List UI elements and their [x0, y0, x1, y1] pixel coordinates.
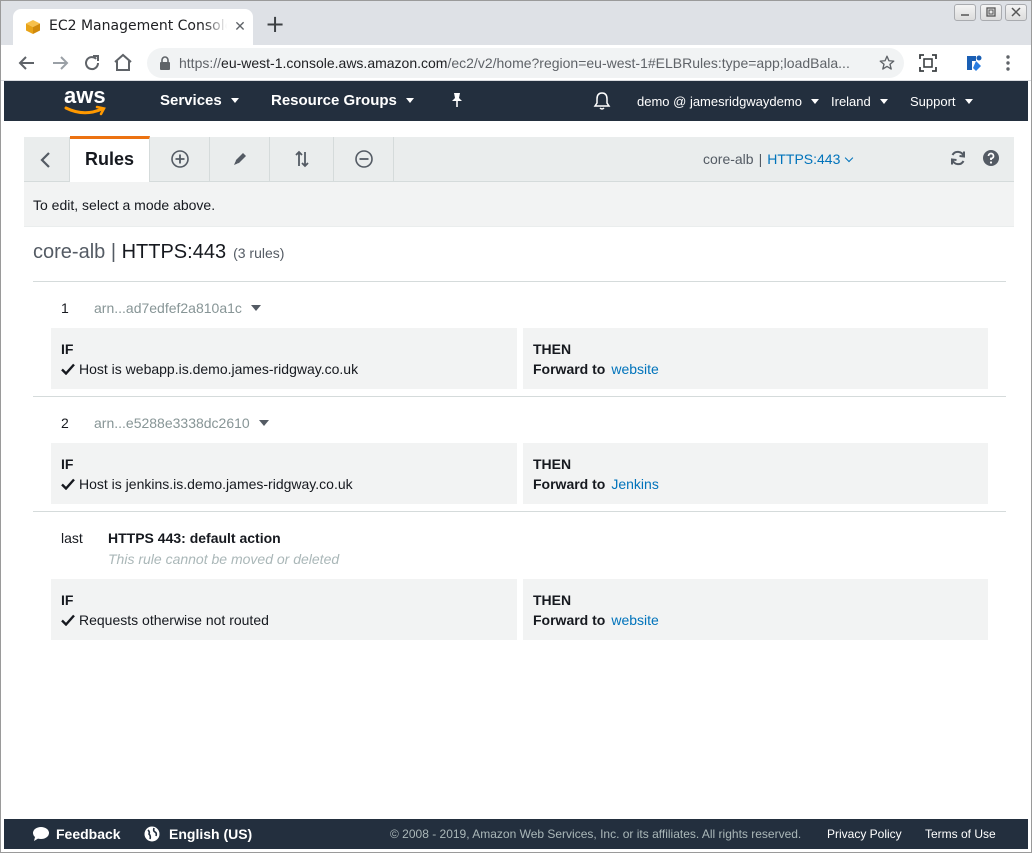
url-text: https://eu-west-1.console.aws.amazon.com…	[179, 55, 850, 71]
window-close-button[interactable]	[1005, 4, 1027, 21]
target-group-link[interactable]: website	[611, 612, 658, 628]
rule-action: Forward to website	[533, 612, 659, 628]
new-tab-icon[interactable]: +	[263, 12, 287, 37]
listener-context: core-alb | HTTPS:443	[703, 151, 854, 167]
target-group-link[interactable]: website	[611, 361, 658, 377]
back-button[interactable]	[24, 137, 70, 182]
chevron-down-icon	[230, 97, 239, 103]
console-footer: Feedback English (US) © 2008 - 2019, Ama…	[4, 819, 1028, 849]
chevron-left-icon	[40, 152, 50, 168]
window-maximize-button[interactable]	[980, 4, 1002, 21]
load-balancer-name: core-alb	[703, 151, 754, 167]
rule-condition: Host is webapp.is.demo.james-ridgway.co.…	[61, 361, 358, 377]
chevron-down-icon	[879, 99, 888, 105]
tab-title: EC2 Management Console	[49, 18, 227, 34]
aws-top-nav: aws Services Resource Groups demo @ jame…	[4, 81, 1028, 121]
divider	[33, 511, 1006, 512]
minus-circle-icon	[355, 150, 373, 168]
reload-icon[interactable]	[80, 51, 104, 75]
privacy-policy-link[interactable]: Privacy Policy	[827, 827, 902, 841]
services-menu[interactable]: Services	[160, 92, 239, 109]
chevron-down-icon	[845, 153, 854, 163]
aws-logo[interactable]: aws	[64, 84, 108, 118]
rule-then-panel: THEN Forward to Jenkins	[523, 443, 988, 504]
globe-icon	[144, 826, 160, 842]
rules-toolbar: Rules core-alb | HTTPS:443	[24, 136, 1014, 182]
window-minimize-button[interactable]	[954, 4, 976, 21]
delete-rule-button[interactable]	[334, 137, 394, 182]
rule-then-panel: THEN Forward to website	[523, 579, 988, 640]
region-menu[interactable]: Ireland	[831, 94, 888, 109]
screenshot-capture-icon[interactable]	[918, 53, 938, 73]
language-selector[interactable]: English (US)	[144, 826, 252, 842]
rule-arn-toggle[interactable]: arn...ad7edfef2a810a1c	[94, 300, 261, 316]
edit-rule-button[interactable]	[210, 137, 270, 182]
divider	[33, 281, 1006, 282]
pencil-icon	[234, 153, 246, 165]
rule-if-panel: IF Requests otherwise not routed	[51, 579, 517, 640]
browser-tab[interactable]: EC2 Management Console ✕	[13, 9, 253, 45]
aws-smile-icon	[64, 105, 106, 116]
rule-action: Forward to Jenkins	[533, 476, 659, 492]
browser-toolbar: https://eu-west-1.console.aws.amazon.com…	[1, 45, 1031, 81]
checkmark-icon	[61, 363, 75, 375]
copyright-text: © 2008 - 2019, Amazon Web Services, Inc.…	[390, 827, 802, 841]
checkmark-icon	[61, 478, 75, 490]
address-bar[interactable]: https://eu-west-1.console.aws.amazon.com…	[147, 48, 904, 78]
add-rule-button[interactable]	[150, 137, 210, 182]
mode-hint-text: To edit, select a mode above.	[33, 197, 216, 213]
rule-arn-toggle[interactable]: arn...e5288e3338dc2610	[94, 415, 269, 431]
rule-number: last	[61, 530, 83, 546]
checkmark-icon	[61, 614, 75, 626]
rule-count: (3 rules)	[233, 245, 285, 261]
bookmark-star-icon[interactable]	[878, 54, 896, 72]
rule-number: 1	[61, 300, 69, 316]
chevron-down-icon	[405, 97, 414, 103]
tab-close-icon[interactable]: ✕	[231, 17, 249, 35]
plus-circle-icon	[171, 150, 189, 168]
default-rule-title: HTTPS 443: default action	[108, 530, 281, 546]
rule-condition: Requests otherwise not routed	[61, 612, 269, 628]
resource-groups-menu[interactable]: Resource Groups	[271, 92, 414, 109]
tab-rules[interactable]: Rules	[70, 136, 150, 182]
target-group-link[interactable]: Jenkins	[611, 476, 658, 492]
separator: |	[758, 151, 763, 167]
tab-strip: EC2 Management Console ✕ +	[1, 1, 1031, 45]
refresh-icon[interactable]	[949, 149, 967, 167]
rule-if-panel: IF Host is jenkins.is.demo.james-ridgway…	[51, 443, 517, 504]
default-rule-note: This rule cannot be moved or deleted	[108, 551, 340, 567]
rule-condition: Host is jenkins.is.demo.james-ridgway.co…	[61, 476, 353, 492]
support-menu[interactable]: Support	[910, 94, 973, 109]
page-title: core-alb | HTTPS:443 (3 rules)	[33, 241, 285, 263]
extension-icon[interactable]	[964, 53, 984, 73]
forward-arrow-icon[interactable]	[48, 51, 72, 75]
notifications-bell-icon[interactable]	[593, 91, 611, 111]
pin-icon[interactable]	[449, 91, 465, 109]
aws-box-icon	[26, 20, 40, 34]
chevron-down-icon	[964, 99, 973, 105]
rule-number: 2	[61, 415, 69, 431]
account-menu[interactable]: demo @ jamesridgwaydemo	[637, 94, 819, 109]
sort-arrows-icon	[295, 150, 309, 168]
browser-menu-icon[interactable]	[998, 53, 1018, 73]
rule-then-panel: THEN Forward to website	[523, 328, 988, 389]
caret-down-icon	[250, 305, 261, 311]
home-icon[interactable]	[111, 51, 135, 75]
speech-bubble-icon	[33, 827, 49, 841]
rule-if-panel: IF Host is webapp.is.demo.james-ridgway.…	[51, 328, 517, 389]
feedback-button[interactable]: Feedback	[32, 826, 121, 842]
listener-selector[interactable]: HTTPS:443	[767, 151, 854, 167]
caret-down-icon	[258, 420, 269, 426]
lock-icon	[160, 56, 170, 70]
reorder-rules-button[interactable]	[270, 137, 334, 182]
back-arrow-icon[interactable]	[15, 51, 39, 75]
divider	[33, 396, 1006, 397]
help-icon[interactable]	[982, 149, 1000, 167]
chevron-down-icon	[810, 99, 819, 105]
rule-action: Forward to website	[533, 361, 659, 377]
terms-of-use-link[interactable]: Terms of Use	[925, 827, 996, 841]
mode-hint-banner: To edit, select a mode above.	[24, 182, 1014, 227]
